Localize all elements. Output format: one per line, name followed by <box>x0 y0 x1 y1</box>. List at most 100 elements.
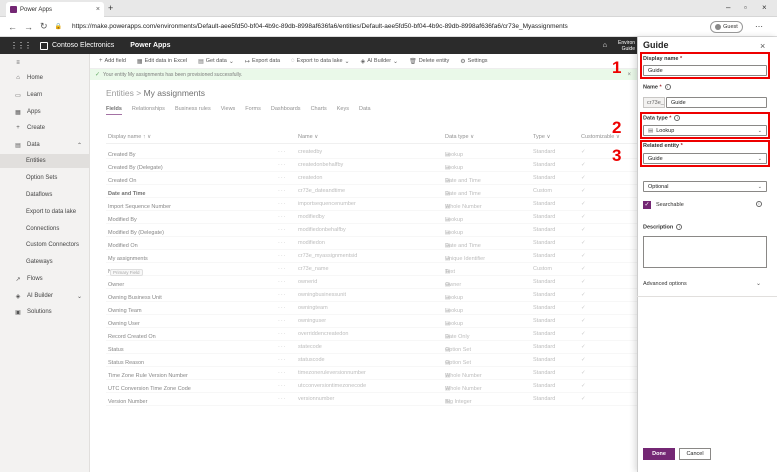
nav-label: Dataflows <box>26 192 53 198</box>
solutions-icon: ▣ <box>15 309 21 316</box>
searchable-info-icon[interactable]: i <box>756 201 762 208</box>
restore-icon[interactable]: ▫ <box>744 3 747 12</box>
advanced-options-toggle[interactable]: Advanced options <box>643 281 687 287</box>
browser-menu-icon[interactable]: ⋯ <box>755 22 763 31</box>
nav-item-option-sets[interactable]: Option Sets <box>0 171 90 185</box>
callout-box-related-entity <box>640 140 770 167</box>
browser-tab[interactable]: Power Apps × <box>6 2 104 17</box>
nav-label: Apps <box>27 109 41 115</box>
callout-box-display-name <box>640 52 770 79</box>
chevron-up-icon: ⌃ <box>76 142 82 149</box>
excel-icon: ▦ <box>136 58 143 65</box>
edit-excel-button[interactable]: ▦ Edit data in Excel <box>137 58 187 65</box>
environment-label[interactable]: Environ Guide <box>607 37 637 52</box>
nav-item-create[interactable]: + Create <box>0 121 90 135</box>
guest-profile-button[interactable]: Guest <box>710 21 743 33</box>
nav-label: Gateways <box>26 259 53 265</box>
callout-number-3: 3 <box>612 146 622 165</box>
description-label: Description i <box>643 224 683 230</box>
info-icon: i <box>756 201 762 207</box>
callout-number-2: 2 <box>612 118 622 137</box>
close-window-icon[interactable]: × <box>762 3 767 12</box>
cmd-label: AI Builder <box>367 58 392 64</box>
nav-label: Flows <box>27 276 43 282</box>
plus-icon: + <box>16 125 20 131</box>
browser-tab-bar <box>0 0 777 17</box>
nav-item-dataflows[interactable]: Dataflows <box>0 188 90 202</box>
chevron-down-icon: ⌄ <box>228 58 234 65</box>
contoso-logo-icon <box>40 41 48 50</box>
chevron-down-icon: ⌄ <box>76 293 82 300</box>
info-icon[interactable]: i <box>664 84 671 90</box>
ai-icon: ◈ <box>15 293 21 300</box>
description-textarea[interactable] <box>643 236 767 268</box>
nav-item-solutions[interactable]: ▣ Solutions <box>0 305 90 319</box>
get-data-button[interactable]: ▤ Get data ⌄ <box>198 58 234 65</box>
panel-divider <box>637 296 777 297</box>
nav-label: Export to data lake <box>26 209 77 215</box>
nav-item-flows[interactable]: ↗ Flows <box>0 272 90 286</box>
required-marker: * <box>659 84 662 91</box>
apps-icon: ▦ <box>15 109 21 116</box>
nav-item-data[interactable]: ▤ Data ⌃ <box>0 138 90 152</box>
product-name[interactable]: Power Apps <box>130 42 170 49</box>
nav-item-export-lake[interactable]: Export to data lake <box>0 205 90 219</box>
cancel-button[interactable]: Cancel <box>679 448 711 460</box>
forward-icon[interactable]: → <box>24 22 33 32</box>
nav-label: AI Builder <box>27 293 54 299</box>
nav-item-ai-builder[interactable]: ◈ AI Builder ⌄ <box>0 289 90 303</box>
guest-label: Guest <box>723 24 738 30</box>
nav-label: Entities <box>26 158 46 164</box>
delete-entity-button[interactable]: 🗑 Delete entity <box>409 58 449 65</box>
avatar <box>715 24 722 30</box>
callout-number-1: 1 <box>612 58 622 77</box>
chevron-down-icon: ⌄ <box>757 183 762 190</box>
info-icon[interactable]: i <box>676 224 683 230</box>
waffle-icon[interactable]: ⋮⋮⋮ <box>10 41 32 50</box>
ai-builder-button[interactable]: ◈ AI Builder ⌄ <box>361 58 399 65</box>
name-input[interactable]: Guide <box>666 97 767 108</box>
nav-item-gateways[interactable]: Gateways <box>0 255 90 269</box>
nav-label: Learn <box>27 92 43 98</box>
nav-label: Custom Connectors <box>26 242 80 248</box>
nav-label: Solutions <box>27 309 52 315</box>
url-field[interactable]: https://make.powerapps.com/environments/… <box>72 23 568 30</box>
nav-item-custom-connectors[interactable]: Custom Connectors <box>0 238 90 252</box>
database-icon: ▤ <box>198 58 204 65</box>
searchable-checkbox[interactable]: ✓ <box>643 201 651 209</box>
book-icon: ▭ <box>15 92 21 99</box>
required-dropdown[interactable]: Optional ⌄ <box>643 181 767 192</box>
export-data-button[interactable]: ↦ Export data <box>245 58 280 65</box>
name-value: Guide <box>671 99 686 106</box>
refresh-icon[interactable]: ↻ <box>40 21 48 32</box>
address-bar-row: ← → ↻ 🔒 https://make.powerapps.com/envir… <box>0 17 777 37</box>
done-button[interactable]: Done <box>643 448 675 460</box>
env-line-2: Guide <box>621 46 635 52</box>
close-panel-icon[interactable]: × <box>760 41 765 51</box>
nav-item-apps[interactable]: ▦ Apps <box>0 105 90 119</box>
nav-item-learn[interactable]: ▭ Learn <box>0 88 90 102</box>
nav-item-connections[interactable]: Connections <box>0 222 90 236</box>
name-prefix: cr73e_ <box>643 97 665 108</box>
new-tab-icon[interactable]: + <box>108 3 113 13</box>
export-lake-button[interactable]: ◌ Export to data lake ⌄ <box>291 58 349 65</box>
export-icon: ↦ <box>244 58 250 65</box>
name-label-text: Name <box>643 84 658 91</box>
close-tab-icon[interactable]: × <box>96 6 100 13</box>
modal-overlay <box>90 69 637 472</box>
gear-icon: ⚙ <box>460 58 466 65</box>
chevron-down-icon[interactable]: ⌄ <box>756 280 761 287</box>
chevron-down-icon: ⌄ <box>393 58 399 65</box>
settings-button[interactable]: ⚙ Settings <box>460 58 487 65</box>
back-icon[interactable]: ← <box>8 22 17 32</box>
chevron-down-icon: ⌄ <box>344 58 350 65</box>
nav-item-home[interactable]: ⌂ Home <box>0 71 90 85</box>
nav-collapse-button[interactable]: ≡ <box>0 56 90 70</box>
nav-label: Home <box>27 75 44 81</box>
panel-title: Guide <box>643 40 669 50</box>
left-navigation: ≡ ⌂ Home ▭ Learn ▦ Apps + Create ▤ Data ⌃ Enti… <box>0 54 90 472</box>
database-icon: ▤ <box>15 142 21 149</box>
add-field-button[interactable]: + Add field <box>99 58 126 64</box>
minimize-icon[interactable]: – <box>726 3 730 12</box>
nav-item-entities[interactable]: Entities <box>0 154 90 168</box>
